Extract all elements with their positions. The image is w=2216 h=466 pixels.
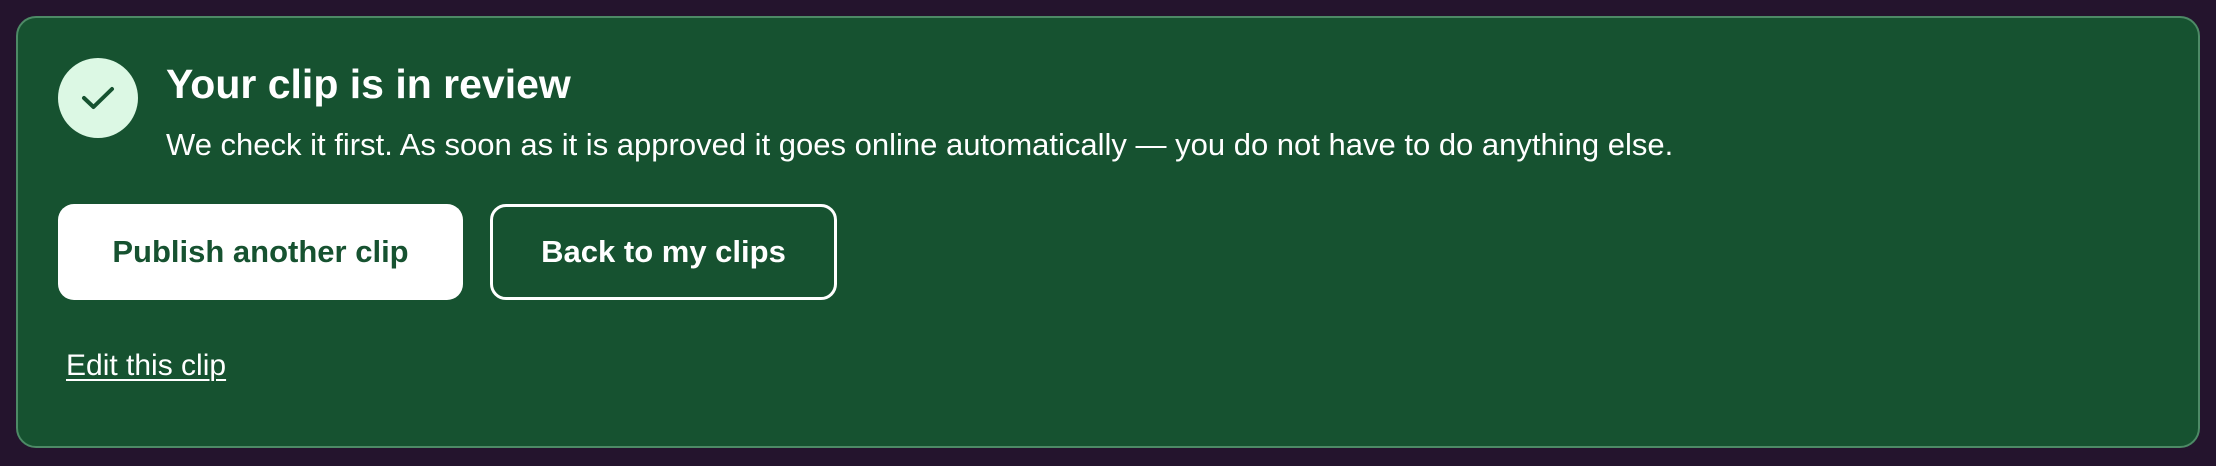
back-to-my-clips-button[interactable]: Back to my clips [490,204,837,300]
edit-clip-link[interactable]: Edit this clip [66,348,226,384]
notice-description: We check it first. As soon as it is appr… [166,127,1674,162]
review-notice-card: Your clip is in review We check it first… [16,16,2200,448]
publish-another-clip-button[interactable]: Publish another clip [58,204,463,300]
checkmark-icon [58,58,138,138]
notice-title: Your clip is in review [166,61,571,107]
